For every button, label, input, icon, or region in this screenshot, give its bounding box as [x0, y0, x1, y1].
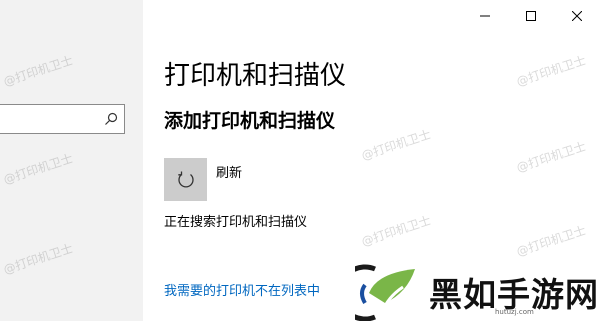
- close-button[interactable]: [554, 0, 600, 32]
- printer-not-listed-link[interactable]: 我需要的打印机不在列表中: [164, 280, 320, 299]
- maximize-icon: [526, 11, 536, 21]
- section-title: 添加打印机和扫描仪: [164, 110, 336, 132]
- search-input[interactable]: [0, 104, 125, 134]
- logo-url: hutuzj.com: [495, 308, 534, 316]
- searching-status: 正在搜索打印机和扫描仪: [164, 215, 308, 230]
- window-controls: [462, 0, 600, 32]
- site-logo: 黑如手游网 hutuzj.com: [336, 263, 600, 321]
- close-icon: [572, 11, 582, 21]
- maximize-button[interactable]: [508, 0, 554, 32]
- refresh-label[interactable]: 刷新: [216, 162, 242, 181]
- navigation-pane: [0, 0, 143, 321]
- refresh-icon: [177, 171, 194, 188]
- refresh-button[interactable]: [164, 158, 207, 201]
- search-icon[interactable]: [104, 112, 118, 126]
- minimize-button[interactable]: [462, 0, 508, 32]
- page-title: 打印机和扫描仪: [164, 61, 347, 91]
- logo-badge-icon: [336, 263, 425, 321]
- minimize-icon: [480, 15, 490, 17]
